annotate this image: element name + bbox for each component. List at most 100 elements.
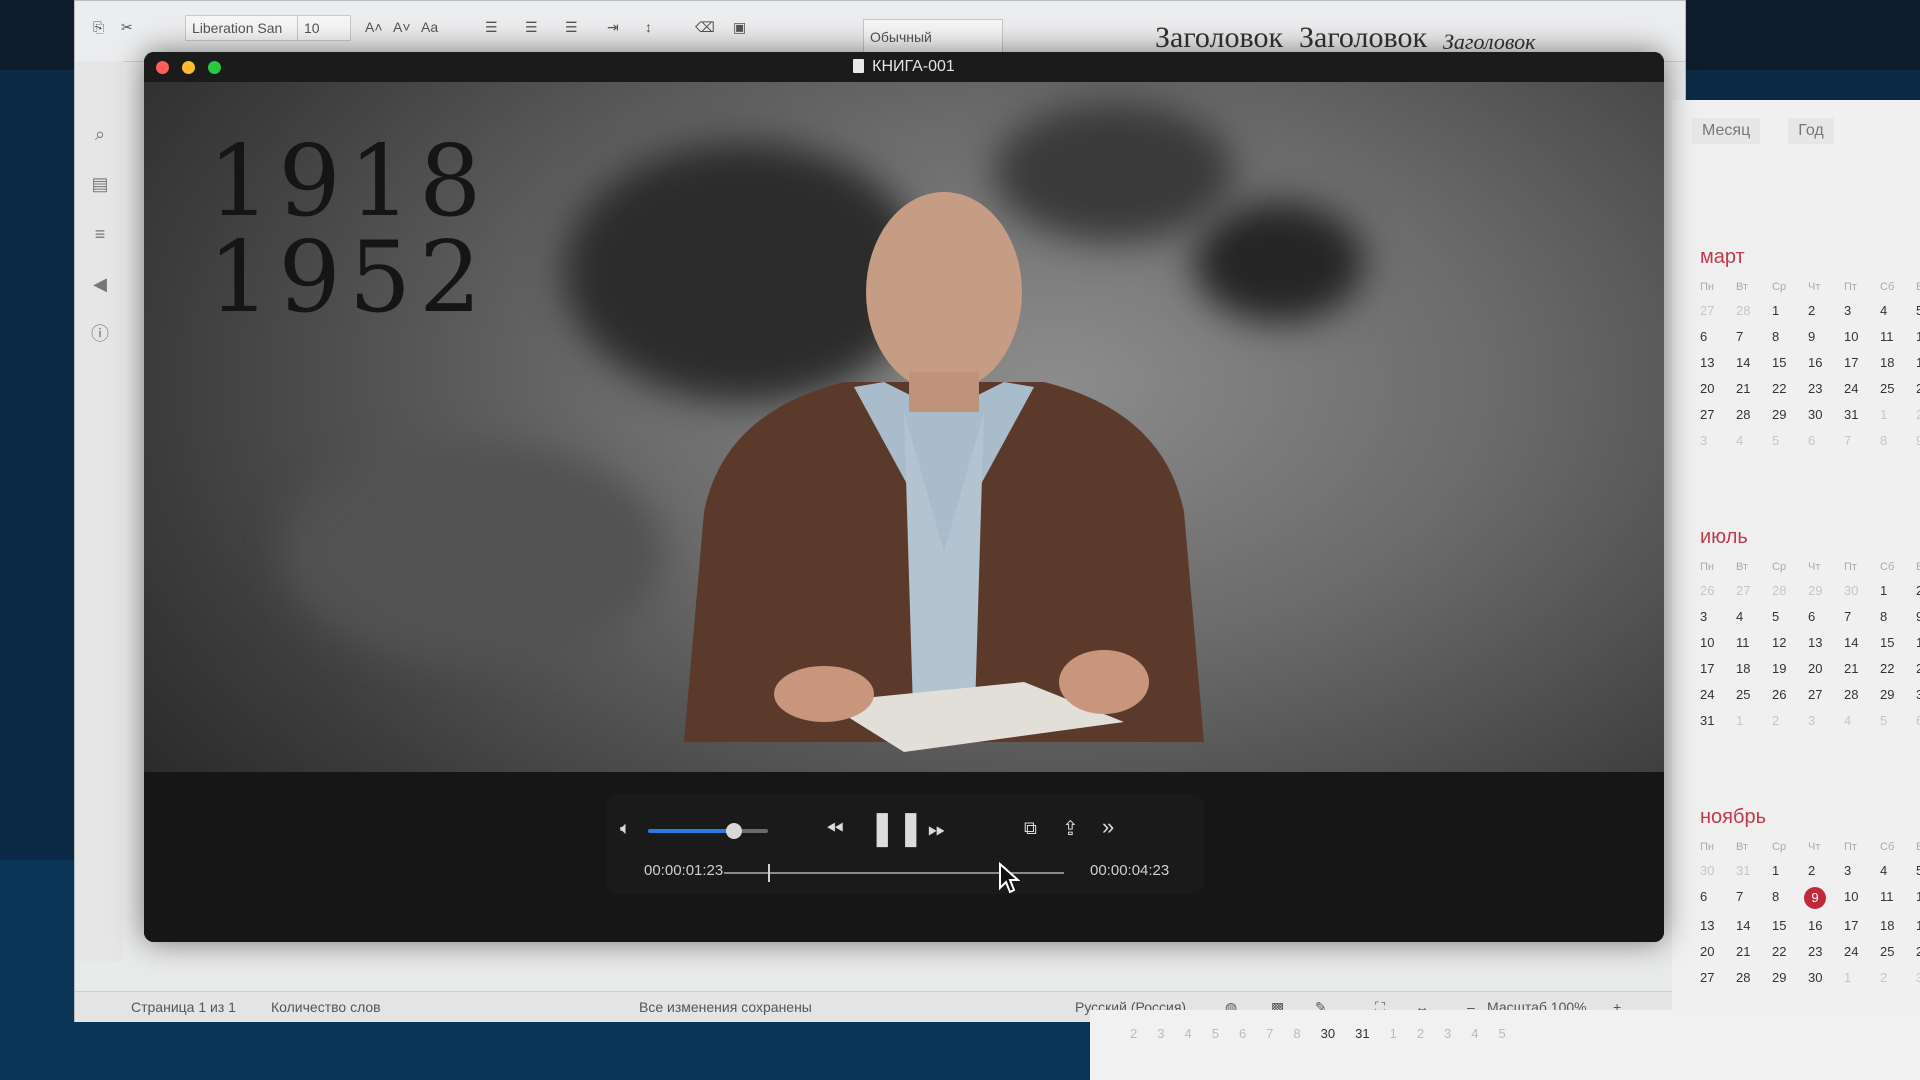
calendar-day[interactable]: 3	[1444, 1026, 1451, 1041]
calendar-day[interactable]: 3	[1157, 1026, 1164, 1041]
calendar-day[interactable]: 1	[1844, 970, 1880, 987]
info-icon[interactable]: ⓘ	[89, 323, 111, 345]
calendar-day[interactable]: 2	[1808, 303, 1844, 320]
calendar-day[interactable]: 27	[1736, 583, 1772, 600]
highlight-icon[interactable]: ▣	[733, 15, 746, 39]
calendar-day[interactable]: 28	[1772, 583, 1808, 600]
calendar-day[interactable]: 29	[1772, 970, 1808, 987]
calendar-day[interactable]: 20	[1700, 944, 1736, 961]
volume-slider[interactable]	[648, 823, 768, 839]
calendar-day[interactable]: 7	[1844, 609, 1880, 626]
calendar-day[interactable]: 23	[1808, 944, 1844, 961]
calendar-day[interactable]: 28	[1736, 407, 1772, 424]
rewind-icon[interactable]: ⏪︎	[826, 816, 844, 842]
calendar-day[interactable]: 17	[1844, 918, 1880, 935]
calendar-day[interactable]: 31	[1700, 713, 1736, 730]
calendar-day[interactable]: 21	[1736, 381, 1772, 398]
font-size-select[interactable]: 10	[297, 15, 351, 41]
volume-icon[interactable]: 🔈︎	[620, 818, 631, 839]
calendar-day[interactable]: 7	[1736, 329, 1772, 346]
change-case-button[interactable]: Aa	[421, 15, 438, 39]
calendar-day[interactable]: 10	[1844, 329, 1880, 346]
calendar-day[interactable]: 2	[1916, 583, 1920, 600]
calendar-day[interactable]: 8	[1772, 889, 1808, 906]
calendar-day[interactable]: 30	[1916, 687, 1920, 704]
calendar-day[interactable]: 5	[1499, 1026, 1506, 1041]
calendar-day[interactable]: 13	[1808, 635, 1844, 652]
calendar-day[interactable]: 14	[1736, 918, 1772, 935]
calendar-day[interactable]: 5	[1916, 863, 1920, 880]
calendar-day[interactable]: 2	[1916, 407, 1920, 424]
calendar-day[interactable]: 4	[1184, 1026, 1191, 1041]
calendar-day[interactable]: 5	[1880, 713, 1916, 730]
calendar-day[interactable]: 10	[1700, 635, 1736, 652]
calendar-day[interactable]: 14	[1736, 355, 1772, 372]
paragraph-style-box[interactable]: Обычный	[863, 19, 1003, 55]
more-icon[interactable]: »	[1102, 814, 1114, 840]
font-name-select[interactable]: Liberation Sans	[185, 15, 299, 41]
calendar-day[interactable]: 30	[1808, 970, 1844, 987]
calendar-day[interactable]: 6	[1700, 889, 1736, 906]
calendar-day[interactable]: 4	[1880, 303, 1916, 320]
calendar-day[interactable]: 15	[1772, 355, 1808, 372]
calendar-day[interactable]: 28	[1736, 970, 1772, 987]
calendar-day[interactable]: 9	[1916, 609, 1920, 626]
calendar-day[interactable]: 8	[1293, 1026, 1300, 1041]
calendar-day[interactable]: 27	[1700, 970, 1736, 987]
calendar-day[interactable]: 6	[1916, 713, 1920, 730]
calendar-day[interactable]: 26	[1772, 687, 1808, 704]
calendar-day[interactable]: 17	[1700, 661, 1736, 678]
calendar-day[interactable]: 23	[1916, 661, 1920, 678]
search-icon[interactable]: ⌕	[89, 123, 111, 145]
calendar-day[interactable]: 26	[1700, 583, 1736, 600]
calendar-day[interactable]: 22	[1772, 381, 1808, 398]
calendar-day[interactable]: 27	[1700, 303, 1736, 320]
calendar-day[interactable]: 5	[1772, 609, 1808, 626]
calendar-day[interactable]: 27	[1808, 687, 1844, 704]
calendar-day[interactable]: 19	[1916, 355, 1920, 372]
calendar-day[interactable]: 3	[1844, 303, 1880, 320]
calendar-day[interactable]: 11	[1880, 329, 1916, 346]
calendar-day[interactable]: 20	[1700, 381, 1736, 398]
fast-forward-icon[interactable]: ⏩︎	[928, 816, 946, 842]
tab-year[interactable]: Год	[1788, 118, 1834, 144]
share-icon[interactable]: ⇪	[1062, 816, 1079, 841]
calendar-day[interactable]: 4	[1736, 433, 1772, 450]
pause-icon[interactable]: ❚❚	[868, 808, 925, 848]
calendar-day[interactable]: 2	[1772, 713, 1808, 730]
calendar-day[interactable]: 14	[1844, 635, 1880, 652]
calendar-day[interactable]: 6	[1808, 609, 1844, 626]
calendar-day[interactable]: 19	[1772, 661, 1808, 678]
calendar-day[interactable]: 24	[1844, 944, 1880, 961]
calendar-day[interactable]: 25	[1736, 687, 1772, 704]
calendar-day[interactable]: 5	[1212, 1026, 1219, 1041]
bullet-list-icon[interactable]: ☰	[485, 15, 498, 39]
calendar-day[interactable]: 12	[1772, 635, 1808, 652]
indent-icon[interactable]: ⇥	[607, 15, 619, 39]
calendar-day[interactable]: 30	[1808, 407, 1844, 424]
calendar-day[interactable]: 24	[1700, 687, 1736, 704]
calendar-day[interactable]: 10	[1844, 889, 1880, 906]
calendar-day[interactable]: 3	[1916, 970, 1920, 987]
calendar-day[interactable]: 12	[1916, 889, 1920, 906]
outline-list-icon[interactable]: ☰	[565, 15, 578, 39]
navigator-icon[interactable]: ≡	[89, 223, 111, 245]
calendar-day[interactable]: 2	[1808, 863, 1844, 880]
grow-font-button[interactable]: A˄	[365, 15, 383, 39]
calendar-day[interactable]: 8	[1880, 433, 1916, 450]
calendar-day[interactable]: 28	[1844, 687, 1880, 704]
calendar-day[interactable]: 31	[1844, 407, 1880, 424]
calendar-day[interactable]: 19	[1916, 918, 1920, 935]
calendar-day[interactable]: 2	[1130, 1026, 1137, 1041]
calendar-day[interactable]: 7	[1266, 1026, 1273, 1041]
calendar-day[interactable]: 27	[1700, 407, 1736, 424]
calendar-day[interactable]: 26	[1916, 381, 1920, 398]
calendar-day[interactable]: 1	[1772, 863, 1808, 880]
calendar-today[interactable]: 9	[1804, 887, 1826, 909]
seek-playhead[interactable]	[768, 864, 771, 882]
calendar-day[interactable]: 23	[1808, 381, 1844, 398]
calendar-day[interactable]: 30	[1700, 863, 1736, 880]
calendar-day[interactable]: 2	[1417, 1026, 1424, 1041]
calendar-day[interactable]: 16	[1808, 918, 1844, 935]
calendar-day[interactable]: 9	[1916, 433, 1920, 450]
